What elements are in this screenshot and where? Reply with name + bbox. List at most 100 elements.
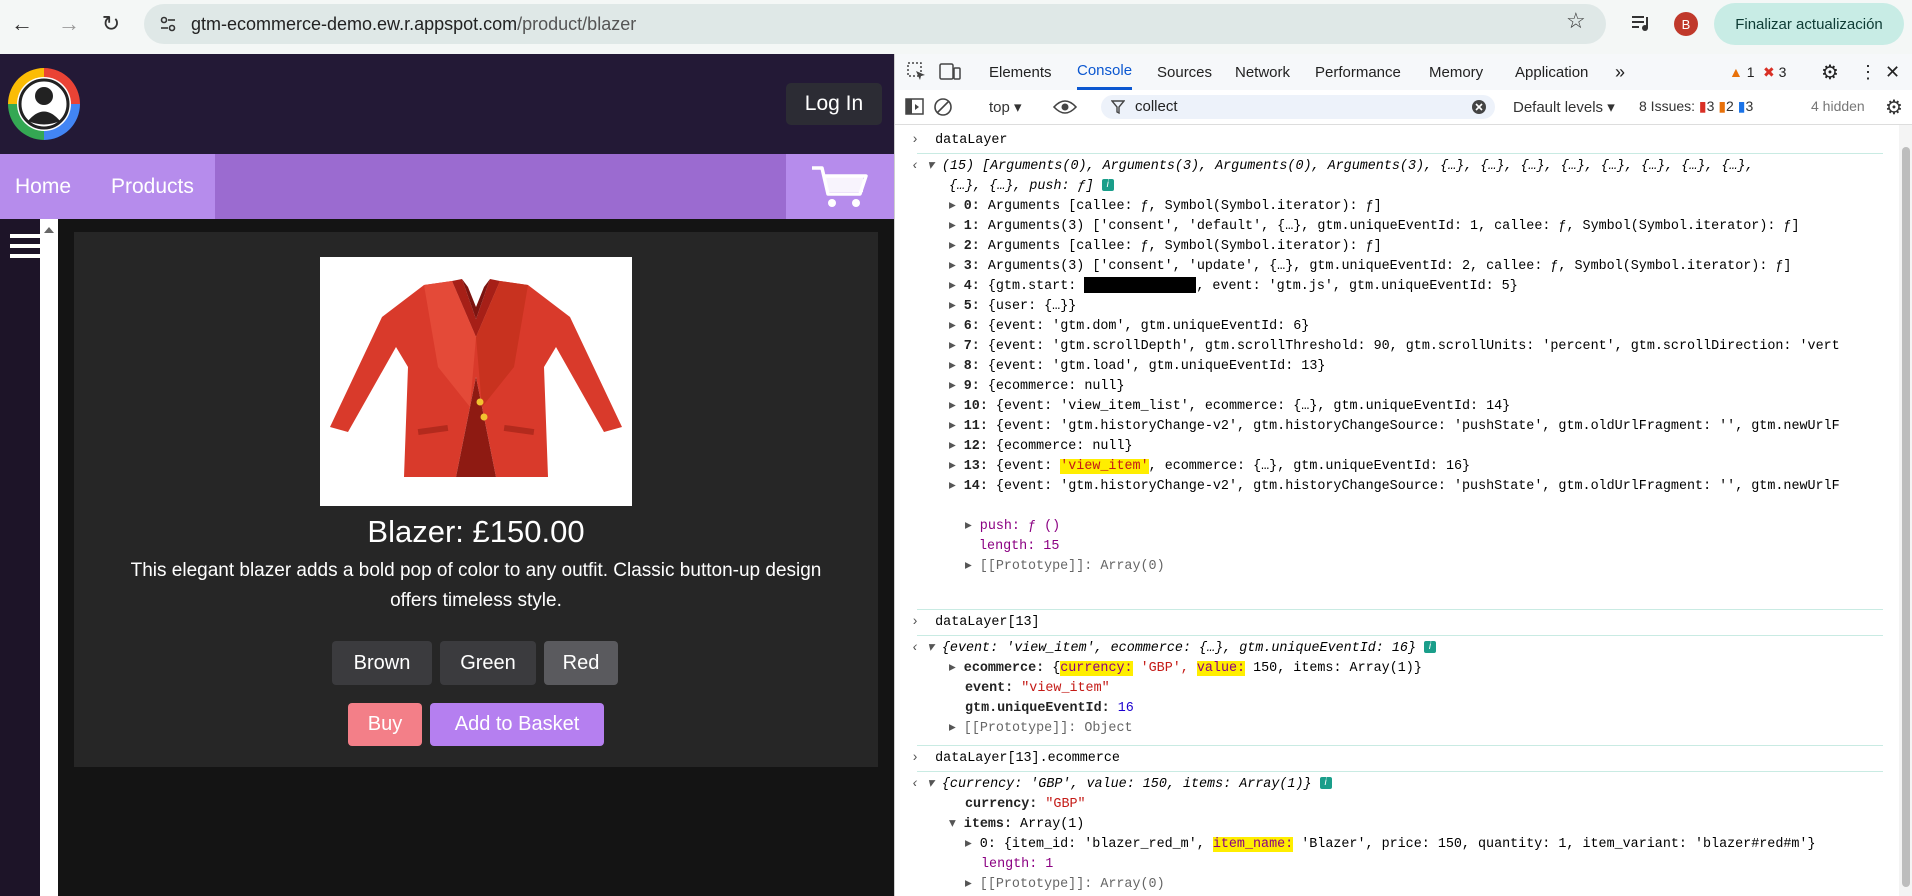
media-control-icon[interactable]: [1632, 14, 1652, 37]
nav-home-link[interactable]: Home: [15, 154, 71, 219]
menu-hamburger-icon[interactable]: [10, 232, 40, 265]
hidden-messages-count: 4 hidden: [1811, 98, 1865, 114]
console-filter-input[interactable]: collect: [1101, 95, 1495, 119]
tab-memory[interactable]: Memory: [1429, 54, 1483, 90]
currency-highlight: currency:: [1060, 661, 1133, 676]
row-text: {ecommerce: null}: [995, 439, 1133, 454]
tab-console[interactable]: Console: [1077, 54, 1133, 90]
tab-sources[interactable]: Sources: [1157, 54, 1212, 90]
log-levels-label: Default levels: [1513, 99, 1604, 116]
datalayer-row[interactable]: ▸ 9: {ecommerce: null}: [895, 377, 1895, 397]
tab-performance[interactable]: Performance: [1315, 54, 1401, 90]
inspect-element-icon[interactable]: [907, 62, 927, 87]
close-devtools-icon[interactable]: ✕: [1885, 54, 1900, 90]
collapsed-triangle-icon: ▸: [949, 219, 964, 234]
item-0-line[interactable]: ▸ 0: {item_id: 'blazer_red_m', item_name…: [895, 835, 1895, 855]
ecommerce-line[interactable]: ▸ ecommerce: {currency: 'GBP', value: 15…: [895, 659, 1895, 679]
bookmark-star-icon[interactable]: ☆: [1566, 8, 1586, 34]
datalayer-row[interactable]: ▸ 4: {gtm.start: , event: 'gtm.js', gtm.…: [895, 277, 1895, 297]
update-browser-button[interactable]: Finalizar actualización: [1714, 3, 1904, 45]
datalayer-row[interactable]: ▸ 0: Arguments [callee: ƒ, Symbol(Symbol…: [895, 197, 1895, 217]
datalayer-row[interactable]: ▸ 12: {ecommerce: null}: [895, 437, 1895, 457]
datalayer-row[interactable]: ▸ 2: Arguments [callee: ƒ, Symbol(Symbol…: [895, 237, 1895, 257]
collapsed-triangle-icon: ▸: [949, 199, 964, 214]
console-result-summary[interactable]: ‹ ▾ {currency: 'GBP', value: 150, items:…: [895, 775, 1885, 795]
login-button[interactable]: Log In: [786, 83, 882, 125]
push-line[interactable]: ▸ push: ƒ (): [895, 517, 1895, 537]
datalayer-row[interactable]: ▸ 10: {event: 'view_item_list', ecommerc…: [895, 397, 1895, 417]
console-output[interactable]: › dataLayer ‹ ▾ (15) [Arguments(0), Argu…: [895, 125, 1895, 896]
datalayer-row[interactable]: ▸ 3: Arguments(3) ['consent', 'update', …: [895, 257, 1895, 277]
clear-console-icon[interactable]: [933, 97, 953, 122]
settings-gear-icon[interactable]: ⚙: [1821, 54, 1839, 90]
variant-brown-button[interactable]: Brown: [332, 641, 432, 685]
collapsed-triangle-icon: ▸: [949, 419, 964, 434]
errors-counter[interactable]: ✖ 3: [1763, 54, 1786, 90]
prototype-line[interactable]: ▸ [[Prototype]]: Array(0): [895, 557, 1895, 577]
console-result-summary[interactable]: ‹ ▾ {event: 'view_item', ecommerce: {…},…: [895, 639, 1885, 659]
row-index: 2:: [963, 239, 980, 254]
separator: [917, 153, 1883, 154]
unique-id-line: gtm.uniqueEventId: 16: [895, 699, 1895, 719]
add-to-basket-button[interactable]: Add to Basket: [430, 703, 604, 746]
datalayer-row[interactable]: ▸ 13: {event: 'view_item', ecommerce: {……: [895, 457, 1895, 477]
console-input-line: › dataLayer[13]: [895, 613, 1885, 633]
site-logo[interactable]: [6, 66, 82, 142]
prototype-line[interactable]: ▸ [[Prototype]]: Object: [895, 719, 1895, 739]
more-options-icon[interactable]: ⋮: [1859, 54, 1877, 90]
context-label: top: [989, 99, 1010, 116]
datalayer-row[interactable]: ▸ 7: {event: 'gtm.scrollDepth', gtm.scro…: [895, 337, 1895, 357]
variant-red-button[interactable]: Red: [544, 641, 618, 685]
back-arrow-icon[interactable]: ←: [8, 10, 36, 38]
issues-warnings: 2: [1726, 98, 1734, 114]
row-text: Arguments [callee: ƒ, Symbol(Symbol.iter…: [987, 199, 1382, 214]
forward-arrow-icon[interactable]: →: [55, 10, 83, 38]
items-line[interactable]: ▾ items: Array(1): [895, 815, 1895, 835]
tab-network[interactable]: Network: [1235, 54, 1290, 90]
prototype-line[interactable]: ▸ [[Prototype]]: Array(0): [895, 875, 1895, 895]
warnings-counter[interactable]: ▲ 1: [1729, 54, 1755, 90]
row-index: 1:: [963, 219, 980, 234]
sidebar-toggle-icon[interactable]: [905, 97, 925, 122]
device-toolbar-icon[interactable]: [939, 62, 961, 87]
context-selector[interactable]: top ▾: [989, 98, 1022, 116]
reload-icon[interactable]: ↻: [97, 10, 125, 38]
tab-elements[interactable]: Elements: [989, 54, 1052, 90]
address-bar[interactable]: gtm-ecommerce-demo.ew.r.appspot.com/prod…: [144, 4, 1606, 44]
live-expression-eye-icon[interactable]: [1052, 98, 1078, 121]
console-command: dataLayer[13].ecommerce: [935, 751, 1120, 766]
datalayer-row[interactable]: ▸ 1: Arguments(3) ['consent', 'default',…: [895, 217, 1895, 237]
console-scrollbar[interactable]: [1899, 125, 1912, 896]
console-settings-gear-icon[interactable]: ⚙: [1885, 95, 1903, 120]
issues-counter[interactable]: 8 Issues: ▮3 ▮2 ▮3: [1639, 98, 1753, 115]
expand-triangle-icon: ▾: [927, 777, 934, 792]
row-text: {event: 'gtm.scrollDepth', gtm.scrollThr…: [987, 339, 1840, 354]
datalayer-row[interactable]: ▸ 8: {event: 'gtm.load', gtm.uniqueEvent…: [895, 357, 1895, 377]
log-levels-dropdown[interactable]: Default levels ▾: [1513, 98, 1615, 116]
info-icon[interactable]: i: [1101, 179, 1114, 192]
buy-button[interactable]: Buy: [348, 703, 422, 746]
datalayer-row[interactable]: ▸ 5: {user: {…}}: [895, 297, 1895, 317]
separator: [917, 609, 1883, 610]
more-tabs-icon[interactable]: »: [1615, 54, 1625, 90]
datalayer-row[interactable]: ▸ 6: {event: 'gtm.dom', gtm.uniqueEventI…: [895, 317, 1895, 337]
summary-text: {event: 'view_item', ecommerce: {…}, gtm…: [941, 641, 1416, 656]
profile-avatar[interactable]: B: [1674, 12, 1698, 36]
ecommerce-post: 150, items: Array(1)}: [1245, 661, 1422, 676]
item-0-post: 'Blazer', price: 150, quantity: 1, item_…: [1293, 837, 1816, 852]
site-settings-icon[interactable]: [158, 14, 178, 39]
clear-filter-icon[interactable]: [1471, 99, 1487, 120]
page-scrollbar[interactable]: [40, 219, 58, 896]
variant-green-button[interactable]: Green: [440, 641, 536, 685]
info-icon[interactable]: i: [1424, 641, 1437, 654]
datalayer-row[interactable]: ▸ 11: {event: 'gtm.historyChange-v2', gt…: [895, 417, 1895, 437]
console-result-summary[interactable]: ‹ ▾ (15) [Arguments(0), Arguments(3), Ar…: [895, 157, 1885, 177]
console-scroll-thumb[interactable]: [1902, 147, 1910, 887]
url-text[interactable]: gtm-ecommerce-demo.ew.r.appspot.com/prod…: [191, 14, 636, 35]
datalayer-row[interactable]: ▸ 14: {event: 'gtm.historyChange-v2', gt…: [895, 477, 1895, 497]
nav-products-link[interactable]: Products: [111, 154, 194, 219]
info-icon[interactable]: i: [1319, 777, 1332, 790]
tab-application[interactable]: Application: [1515, 54, 1588, 90]
summary-line-2: {…}, {…}, push: ƒ]: [949, 179, 1094, 194]
cart-icon[interactable]: [786, 154, 894, 219]
